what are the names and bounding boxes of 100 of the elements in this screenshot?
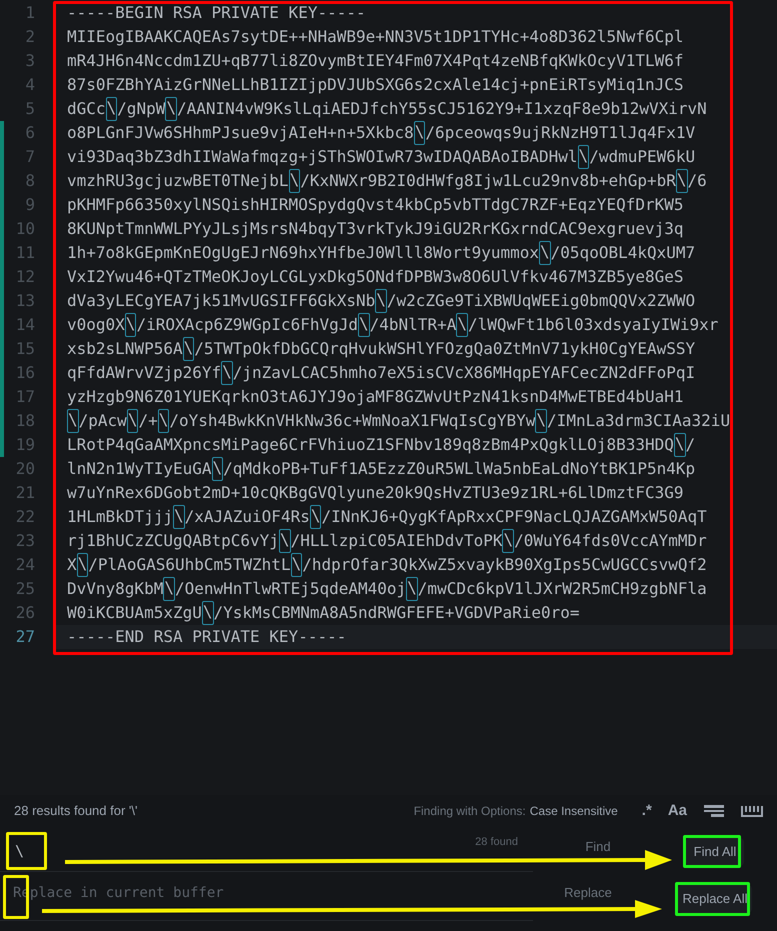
line-number: 12 bbox=[16, 266, 35, 288]
line-number: 11 bbox=[16, 242, 35, 264]
code-text: w7uYnRex6DGobt2mD+10cQKBgGVQlyune20k9QsHvZTU3e9z1RL+6LlDmztFC3G9 bbox=[67, 482, 684, 504]
code-text: /+ bbox=[138, 410, 158, 432]
options-label: Finding with Options: bbox=[414, 803, 526, 820]
search-match: \ bbox=[358, 313, 370, 337]
code-text: xsb2sLNWP56A bbox=[67, 338, 183, 360]
options-value: Case Insensitive bbox=[530, 803, 618, 820]
match-count: 28 found bbox=[475, 835, 518, 850]
code-text: -----BEGIN RSA PRIVATE KEY----- bbox=[67, 2, 366, 24]
line-number: 26 bbox=[16, 602, 35, 624]
code-text: dGCc bbox=[67, 98, 106, 120]
code-text: /xAJAZuiOF4Rs bbox=[184, 506, 310, 528]
code-text: MIIEogIBAAKCAQEAs7sytDE++NHaWB9e+NN3V5t1DP1TYHc+4o8D362l5Nwf6Cpl bbox=[67, 26, 684, 48]
code-text: /6pceowqs9ujRkNzH9T1lJq4Fx1V bbox=[425, 122, 696, 144]
code-text: /w2cZGe9TiXBWUqWEEig0bmQQVx2ZWWO bbox=[386, 290, 696, 312]
code-text: vi93Daq3bZ3dhIIWaWafmqzg+jSThSWOIwR73wIDAQABAoIBADHwl bbox=[67, 146, 578, 168]
code-text: 8KUNptTmnWWLPYyJLsjMsrsN4bqyT3vrkTykJ9iGU2RrKGxrndCAC9exgruevj3q bbox=[67, 218, 684, 240]
search-match: \ bbox=[212, 457, 224, 481]
replace-all-button[interactable]: Replace All bbox=[678, 885, 752, 913]
search-match: \ bbox=[406, 577, 418, 601]
line-number: 13 bbox=[16, 290, 35, 312]
code-text: W0iKCBUAm5xZgU bbox=[67, 602, 202, 624]
search-match: \ bbox=[502, 529, 514, 553]
search-match: \ bbox=[165, 97, 177, 121]
code-text: LRotP4qGaAMXpncsMiPage6CrFVhiuoZ1SFNbv189q8zBm4PxQgklLOj8B33HDQ bbox=[67, 434, 674, 456]
find-all-button[interactable]: Find All bbox=[686, 838, 744, 866]
code-text: pKHMFp66350xylNSQishHIRMOSpydgQvst4kbCp5vbTTdgC7RZF+EqzYEQfDrKW5 bbox=[67, 194, 684, 216]
line-number: 22 bbox=[16, 506, 35, 528]
code-text: /HLLlzpiC05AIEhDdvToPK bbox=[290, 530, 502, 552]
search-match: \ bbox=[278, 529, 291, 553]
search-match: \ bbox=[288, 169, 300, 193]
code-text: lnN2n1WyTIyEuGA bbox=[67, 458, 212, 480]
search-match: \ bbox=[67, 409, 79, 433]
code-text: mR4JH6n4Nccdm1ZU+qB77li8ZOvymBtIEY4Fm07X4Pqt4zeNBfqKWkOcyV1TLW6f bbox=[67, 50, 684, 72]
line-number: 17 bbox=[16, 386, 35, 408]
line-number: 27 bbox=[16, 626, 35, 648]
replace-label: Replace bbox=[563, 884, 613, 902]
code-text: /oYsh4BwkKnVHkNw36c+WmNoaX1FWqIsCgYBYw bbox=[169, 410, 536, 432]
code-text: X bbox=[67, 554, 77, 576]
selection-toggle-icon[interactable] bbox=[703, 804, 725, 818]
line-number: 7 bbox=[25, 146, 35, 168]
search-match: \ bbox=[539, 241, 551, 265]
search-match: \ bbox=[221, 361, 233, 385]
code-text: /OenwHnTlwRTEj5qdeAM40oj bbox=[174, 578, 406, 600]
code-text: 1h+7o8kGEpmKnEOgUgEJrN69hxYHfbeJ0Wlll8Wort9yummox bbox=[67, 242, 540, 264]
code-text: /jnZavLCAC5hmho7eX5isCVcX86MHqpEYAFCecZN2dFFoPqI bbox=[232, 362, 696, 384]
code-text: vmzhRU3gcjuzwBET0TNejbL bbox=[67, 170, 289, 192]
search-match: \ bbox=[158, 409, 170, 433]
whole-word-toggle-icon[interactable] bbox=[741, 804, 763, 818]
search-match: \ bbox=[172, 505, 185, 529]
search-match: \ bbox=[414, 121, 426, 145]
line-number: 15 bbox=[16, 338, 35, 360]
find-label: Find bbox=[584, 838, 612, 856]
search-match: \ bbox=[310, 505, 322, 529]
code-text: qFfdAWrvVZjp26Yf bbox=[67, 362, 222, 384]
line-number: 25 bbox=[16, 578, 35, 600]
line-number: 14 bbox=[16, 314, 35, 336]
find-field[interactable]: \ 28 found bbox=[0, 832, 533, 872]
code-text: dVa3yLECgYEA7jk51MvUGSIFF6GkXsNb bbox=[67, 290, 376, 312]
code-text: /IMnLa3drm3CIAa32iU bbox=[547, 410, 730, 432]
code-text: /pAcw bbox=[78, 410, 127, 432]
search-match: \ bbox=[290, 553, 302, 577]
line-number: 2 bbox=[25, 26, 35, 48]
code-text: /KxNWXr9B2I0dHWfg8Ijw1Lcu29nv8b+ehGp+bR bbox=[300, 170, 676, 192]
option-toggle[interactable]: Aa bbox=[660, 800, 695, 822]
code-text: DvVny8gKbM bbox=[67, 578, 164, 600]
code-text: /gNpW bbox=[117, 98, 166, 120]
code-text: /AANIN4vW9KslLqiAEDJfchY55sCJ5162Y9+I1xzqF8e9b12wVXirvN bbox=[176, 98, 707, 120]
code-text: yzHzgb9N6Z01YUEKqrknO3tA6JYJ9ojaMF8GZWvUtPzN41ksnD4MwETBEd4bUaH1 bbox=[67, 386, 684, 408]
line-number: 3 bbox=[25, 50, 35, 72]
search-match: \ bbox=[76, 553, 88, 577]
line-number: 20 bbox=[16, 458, 35, 480]
line-number: 24 bbox=[16, 554, 35, 576]
search-match: \ bbox=[375, 289, 387, 313]
option-toggle[interactable]: .* bbox=[634, 800, 660, 822]
line-number: 5 bbox=[25, 98, 35, 120]
code-text: /YskMsCBMNmA8A5ndRWGFEFE+VGDVPaRie0ro= bbox=[214, 602, 580, 624]
search-match: \ bbox=[456, 313, 468, 337]
code-text: /6 bbox=[688, 170, 707, 192]
code-text: 87s0FZBhYAizGrNNeLLhB1IZIjpDVJUbSXG6s2cxAle14cj+pnEiRTsyMiq1nJCS bbox=[67, 74, 684, 96]
annotation-box bbox=[6, 832, 47, 870]
line-number: 21 bbox=[16, 482, 35, 504]
code-text: /wdmuPEW6kU bbox=[589, 146, 696, 168]
code-text: /iROXAcp6Z9WGpIc6FhVgJd bbox=[136, 314, 358, 336]
code-text: /PlAoGAS6UhbCm5TWZhtL bbox=[88, 554, 291, 576]
line-number: 19 bbox=[16, 434, 35, 456]
line-number: 10 bbox=[16, 218, 35, 240]
search-match: \ bbox=[126, 409, 138, 433]
results-status: 28 results found for '\' bbox=[14, 802, 138, 820]
code-text: -----END RSA PRIVATE KEY----- bbox=[67, 626, 346, 648]
search-match: \ bbox=[535, 409, 548, 433]
line-number: 8 bbox=[25, 170, 35, 192]
code-text: VxI2Ywu46+QTzTMeOKJoyLCGLyxDkg5ONdfDPBW3w8O6UlVfkv467M3ZB5ye8GeS bbox=[67, 266, 684, 288]
code-text: rj1BhUCzZCUgQABtpC6vYj bbox=[67, 530, 279, 552]
line-number: 18 bbox=[16, 410, 35, 432]
code-text: o8PLGnFJVw6SHhmPJsue9vjAIeH+n+5Xkbc8 bbox=[67, 122, 414, 144]
code-text: /05qoOBL4kQxUM7 bbox=[550, 242, 696, 264]
annotation-box bbox=[683, 835, 741, 868]
code-text: v0og0X bbox=[67, 314, 125, 336]
